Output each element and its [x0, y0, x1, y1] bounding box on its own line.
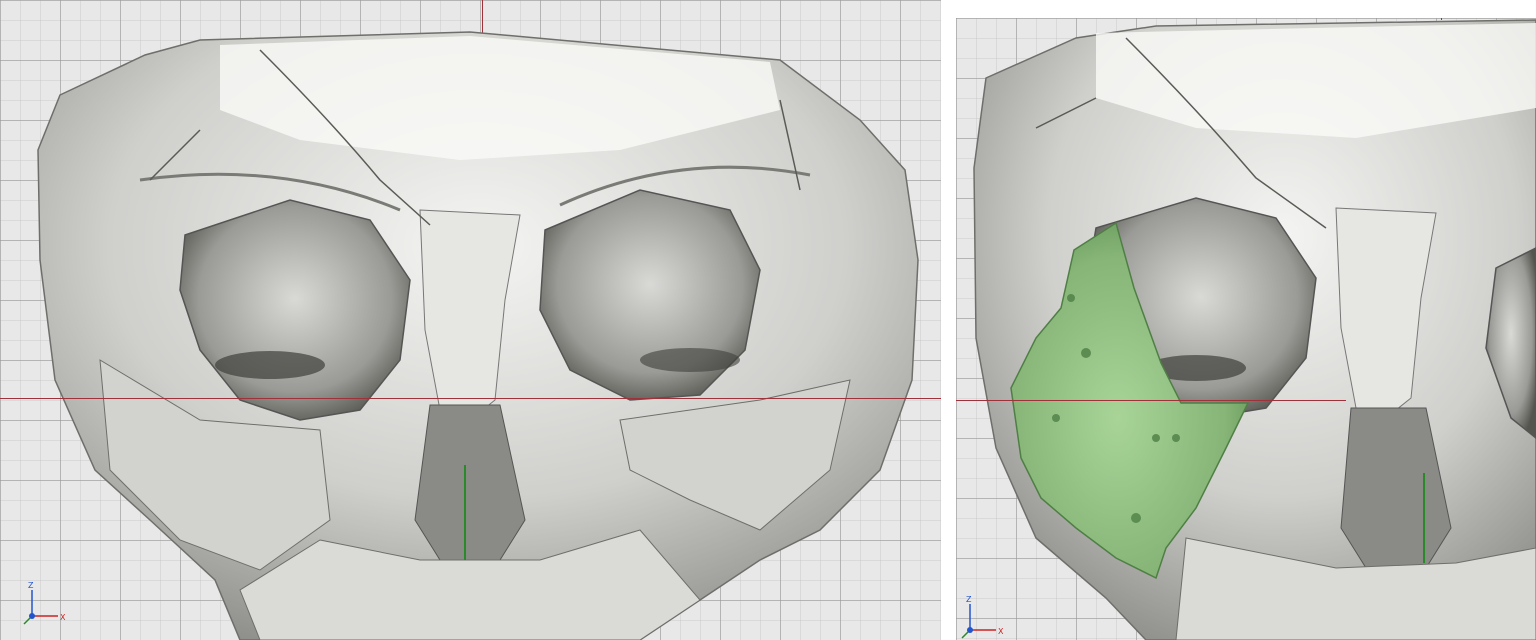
- skull-model-left[interactable]: [0, 0, 941, 640]
- viewport-left[interactable]: Z X: [0, 0, 941, 640]
- orientation-triad-left[interactable]: Z X: [18, 582, 68, 628]
- triad-z-label: Z: [966, 596, 972, 604]
- triad-x-label: X: [60, 613, 66, 622]
- orientation-triad-right[interactable]: Z X: [956, 596, 1006, 640]
- orbit-right-fissure: [640, 348, 740, 372]
- skull-model-right[interactable]: [956, 18, 1536, 640]
- axis-line-horizontal: [956, 400, 1346, 401]
- orbit-right: [539, 189, 761, 401]
- axis-line-horizontal: [0, 398, 941, 399]
- triad-x-label: X: [998, 627, 1004, 636]
- triad-z-label: Z: [28, 582, 34, 590]
- viewport-divider[interactable]: [941, 0, 956, 640]
- orbit-left-fissure: [215, 351, 325, 379]
- viewport-right[interactable]: Z X: [956, 0, 1536, 640]
